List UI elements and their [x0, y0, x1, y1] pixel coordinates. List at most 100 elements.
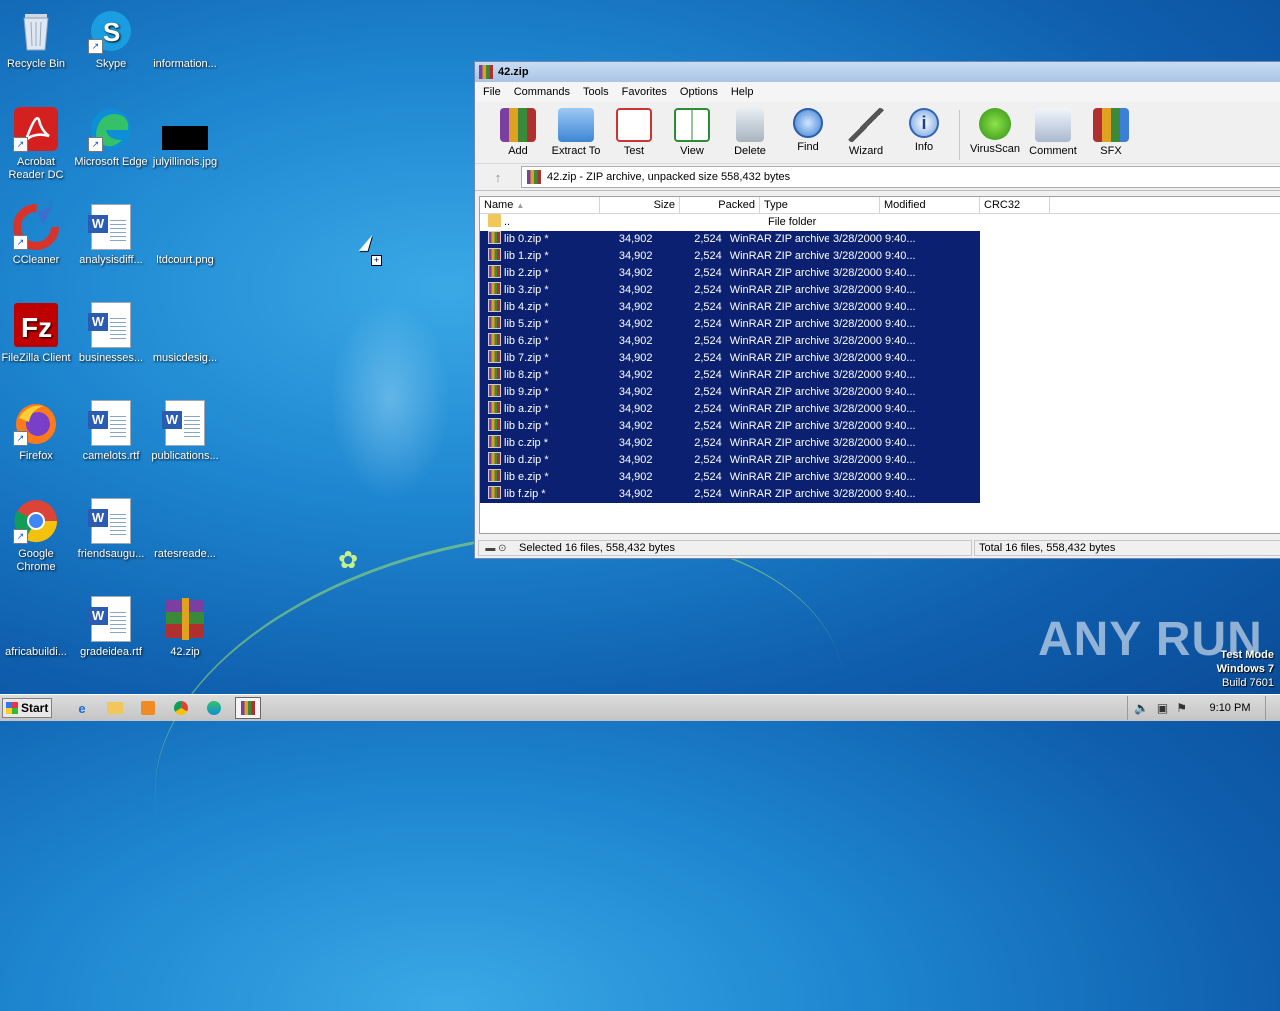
desktop-icon-edge[interactable]: ↗ Microsoft Edge: [73, 106, 149, 169]
desktop-icon-camelots[interactable]: W camelots.rtf: [73, 400, 149, 463]
file-row[interactable]: lib 8.zip * 34,902 2,524 WinRAR ZIP archive…: [480, 367, 1280, 384]
file-row[interactable]: lib 6.zip * 34,902 2,524 WinRAR ZIP archive…: [480, 333, 1280, 350]
desktop-icon-ccleaner[interactable]: ↗ CCleaner: [0, 204, 74, 267]
file-name: lib c.zip *: [504, 437, 549, 449]
file-packed: 2,524: [694, 267, 722, 279]
file-row[interactable]: lib 0.zip * 34,902 2,524 WinRAR ZIP archive…: [480, 231, 1280, 248]
file-row[interactable]: lib 3.zip * 34,902 2,524 WinRAR ZIP archive…: [480, 282, 1280, 299]
view-button[interactable]: View: [663, 108, 721, 157]
taskbar-explorer-icon[interactable]: [103, 698, 127, 718]
menu-favorites[interactable]: Favorites: [622, 86, 667, 98]
column-packed[interactable]: Packed: [680, 197, 760, 213]
action-center-flag-icon[interactable]: ⚑: [1176, 701, 1187, 715]
up-folder-button[interactable]: ↑: [475, 166, 521, 188]
desktop-icon-musicdesign[interactable]: musicdesig...: [147, 302, 223, 365]
file-row[interactable]: lib 1.zip * 34,902 2,524 WinRAR ZIP archive…: [480, 248, 1280, 265]
zip-file-icon: [488, 435, 501, 448]
file-size: 34,902: [618, 403, 653, 415]
desktop-icon-businesses[interactable]: W businesses...: [73, 302, 149, 365]
taskbar-chrome-icon[interactable]: [169, 698, 193, 718]
desktop-icon-julyillinois[interactable]: julyillinois.jpg: [147, 106, 223, 169]
menu-options[interactable]: Options: [680, 86, 718, 98]
file-modified: 3/28/2000 9:40...: [833, 352, 916, 364]
parent-folder-row[interactable]: .. File folder: [480, 214, 1280, 231]
menu-file[interactable]: File: [483, 86, 501, 98]
file-row[interactable]: lib 4.zip * 34,902 2,524 WinRAR ZIP archive…: [480, 299, 1280, 316]
desktop-icon-gradeidea[interactable]: W gradeidea.rtf: [73, 596, 149, 659]
sfx-archive-icon: [1093, 108, 1129, 142]
file-row[interactable]: lib 2.zip * 34,902 2,524 WinRAR ZIP archive…: [480, 265, 1280, 282]
shortcut-arrow-icon: ↗: [88, 39, 103, 54]
up-arrow-icon: ↑: [494, 169, 502, 185]
network-icon[interactable]: ▣: [1157, 701, 1168, 715]
file-row[interactable]: lib f.zip * 34,902 2,524 WinRAR ZIP archive…: [480, 486, 1280, 503]
file-modified: 3/28/2000 9:40...: [833, 488, 916, 500]
desktop-icon-information[interactable]: information...: [147, 8, 223, 71]
menu-help[interactable]: Help: [731, 86, 754, 98]
desktop-icon-analysisdiff[interactable]: W analysisdiff...: [73, 204, 149, 267]
menu-commands[interactable]: Commands: [514, 86, 570, 98]
address-field[interactable]: 42.zip - ZIP archive, unpacked size 558,…: [521, 166, 1280, 188]
desktop-icon-friendsaugust[interactable]: W friendsaugu...: [73, 498, 149, 561]
start-button[interactable]: Start: [2, 698, 52, 718]
winrar-archive-icon: [162, 596, 208, 642]
desktop-icon-42zip[interactable]: 42.zip: [147, 596, 223, 659]
zip-archive-icon: [527, 170, 541, 184]
desktop-icon-ratesreader[interactable]: ratesreade...: [147, 498, 223, 561]
file-row[interactable]: lib 9.zip * 34,902 2,524 WinRAR ZIP archive…: [480, 384, 1280, 401]
file-packed: 2,524: [694, 471, 722, 483]
desktop-icon-africabuilding[interactable]: africabuildi...: [0, 596, 74, 659]
file-row[interactable]: lib e.zip * 34,902 2,524 WinRAR ZIP archive…: [480, 469, 1280, 486]
desktop-icon-recycle-bin[interactable]: Recycle Bin: [0, 8, 74, 71]
file-row[interactable]: lib 5.zip * 34,902 2,524 WinRAR ZIP archive…: [480, 316, 1280, 333]
desktop-icon-ltdcourt[interactable]: ltdcourt.png: [147, 204, 223, 267]
desktop-icon-chrome[interactable]: ↗ Google Chrome: [0, 498, 74, 574]
volume-icon[interactable]: 🔈: [1134, 701, 1149, 715]
info-button[interactable]: i Info: [895, 108, 953, 153]
show-desktop-button[interactable]: [1265, 696, 1280, 720]
file-row[interactable]: lib 7.zip * 34,902 2,524 WinRAR ZIP archive…: [480, 350, 1280, 367]
sort-asc-icon: ▲: [516, 201, 525, 210]
file-packed: 2,524: [694, 403, 722, 415]
desktop-icon-skype[interactable]: S ↗ Skype: [73, 8, 149, 71]
window-titlebar[interactable]: 42.zip: [475, 62, 1280, 82]
desktop-icon-acrobat[interactable]: ↗ Acrobat Reader DC: [0, 106, 74, 182]
file-row[interactable]: lib c.zip * 34,902 2,524 WinRAR ZIP archive…: [480, 435, 1280, 452]
file-type: WinRAR ZIP archive: [729, 471, 829, 483]
file-size: 34,902: [618, 420, 653, 432]
column-type[interactable]: Type: [760, 197, 880, 213]
desktop-icon-firefox[interactable]: ↗ Firefox: [0, 400, 74, 463]
file-row[interactable]: lib a.zip * 34,902 2,524 WinRAR ZIP archive…: [480, 401, 1280, 418]
desktop-icon-filezilla[interactable]: Fz FileZilla Client: [0, 302, 74, 365]
word-document-icon: W: [88, 204, 134, 250]
menu-tools[interactable]: Tools: [583, 86, 609, 98]
add-button[interactable]: Add: [489, 108, 547, 157]
file-modified: 3/28/2000 9:40...: [833, 454, 916, 466]
comment-button[interactable]: Comment: [1024, 108, 1082, 157]
column-modified[interactable]: Modified: [880, 197, 980, 213]
clock[interactable]: 9:10 PM: [1195, 702, 1265, 714]
address-text: 42.zip - ZIP archive, unpacked size 558,…: [547, 171, 791, 183]
file-list[interactable]: Name ▲ Size Packed Type Modified CRC32 .…: [479, 196, 1280, 534]
taskbar-edge-icon[interactable]: [202, 698, 226, 718]
blank-file-icon: [162, 302, 208, 348]
file-row[interactable]: lib b.zip * 34,902 2,524 WinRAR ZIP archive…: [480, 418, 1280, 435]
extract-to-button[interactable]: Extract To: [547, 108, 605, 157]
column-size[interactable]: Size: [600, 197, 680, 213]
sfx-button[interactable]: SFX: [1082, 108, 1140, 157]
list-header: Name ▲ Size Packed Type Modified CRC32: [480, 197, 1280, 214]
test-checklist-icon: [616, 108, 652, 142]
taskbar-media-player-icon[interactable]: [136, 698, 160, 718]
column-name[interactable]: Name ▲: [480, 197, 600, 213]
delete-button[interactable]: Delete: [721, 108, 779, 157]
column-crc32[interactable]: CRC32: [980, 197, 1050, 213]
wallpaper-flower: ✿: [338, 547, 359, 574]
desktop-icon-publications[interactable]: W publications...: [147, 400, 223, 463]
wizard-button[interactable]: Wizard: [837, 108, 895, 157]
test-button[interactable]: Test: [605, 108, 663, 157]
find-button[interactable]: Find: [779, 108, 837, 153]
file-row[interactable]: lib d.zip * 34,902 2,524 WinRAR ZIP archive…: [480, 452, 1280, 469]
taskbar-ie-icon[interactable]: e: [70, 698, 94, 718]
taskbar-winrar-icon[interactable]: [235, 697, 261, 719]
virusscan-button[interactable]: VirusScan: [966, 108, 1024, 155]
